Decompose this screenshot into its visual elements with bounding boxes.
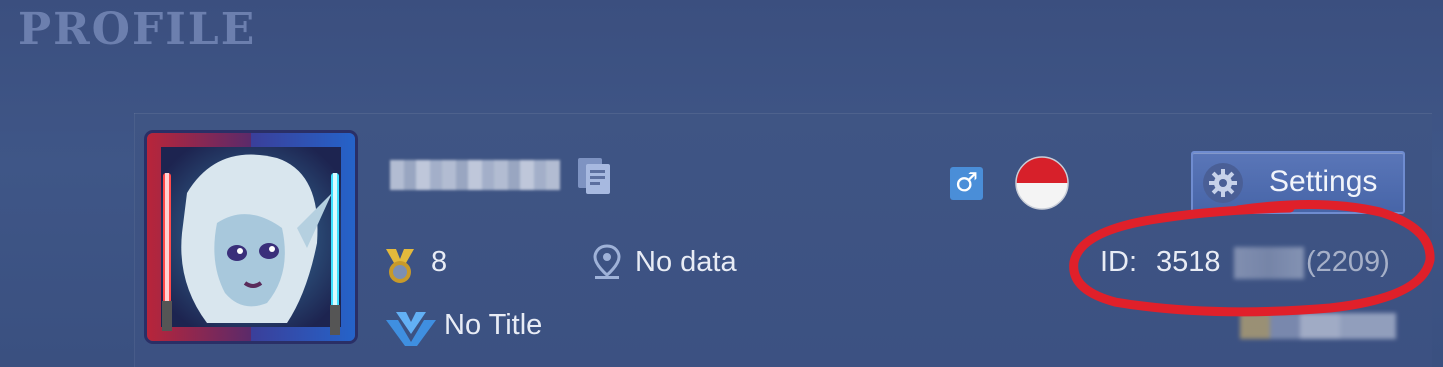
copy-icon[interactable] xyxy=(574,155,614,197)
username-redacted xyxy=(390,160,560,190)
gear-icon xyxy=(1203,163,1243,203)
id-value[interactable]: 3518 xyxy=(1156,246,1221,279)
medal-icon xyxy=(386,249,414,283)
id-zone: (2209) xyxy=(1306,246,1390,278)
avatar-image xyxy=(147,133,355,341)
location-pin-icon xyxy=(593,244,621,279)
avatar[interactable] xyxy=(147,133,355,341)
page-title: PROFILE xyxy=(18,4,257,55)
id-label: ID: xyxy=(1100,246,1138,278)
title-emblem-icon xyxy=(386,312,436,346)
location-value: No data xyxy=(635,246,737,278)
settings-button[interactable]: Settings xyxy=(1191,151,1405,214)
redacted-info xyxy=(1240,313,1396,339)
level-value: 8 xyxy=(431,246,448,278)
id-redacted xyxy=(1234,247,1304,279)
male-icon: ♂ xyxy=(950,167,983,200)
title-value: No Title xyxy=(444,309,543,341)
settings-label: Settings xyxy=(1269,165,1378,198)
flag-icon xyxy=(1015,156,1069,210)
